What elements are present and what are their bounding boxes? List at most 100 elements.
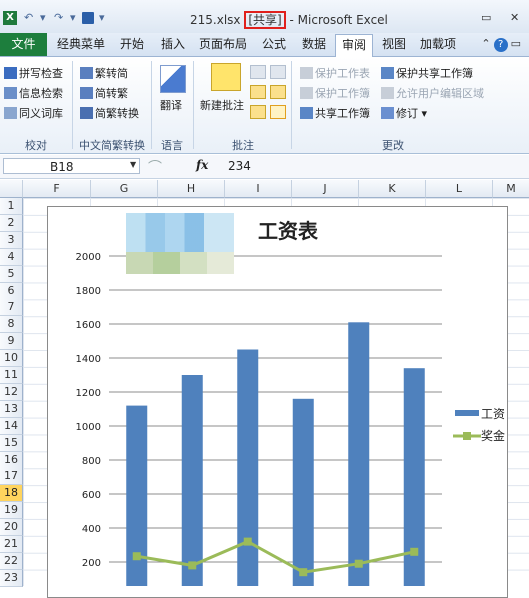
column-header[interactable]: J [292, 180, 359, 198]
excel-icon[interactable]: X [3, 11, 17, 25]
column-header[interactable]: L [426, 180, 493, 198]
tab-file[interactable]: 文件 [0, 33, 47, 56]
previous-comment-icon[interactable] [250, 85, 266, 99]
save-icon[interactable] [82, 12, 94, 24]
chinese-convert-button[interactable]: 简繁转换 [80, 105, 139, 121]
insert-function-icon[interactable]: fx [196, 158, 208, 172]
row-header[interactable]: 7 [0, 299, 23, 317]
window-minimize-icon[interactable]: ▭ [511, 37, 521, 50]
chart-plot[interactable]: 200 400 600 800 1000 1200 1400 1600 1800 2000 工资奖金 [47, 206, 506, 586]
name-box[interactable]: B18 [3, 158, 140, 174]
app-name: - Microsoft Excel [285, 13, 388, 27]
share-workbook-icon [300, 107, 313, 119]
tab-insert[interactable]: 插入 [155, 33, 191, 56]
row-header[interactable]: 18 [0, 485, 23, 503]
translate-button[interactable]: 翻译 [160, 97, 182, 113]
row-header[interactable]: 10 [0, 350, 23, 368]
point-奖金 [299, 568, 308, 577]
chart-title-text: 工资表 [258, 219, 318, 243]
column-header[interactable]: I [225, 180, 292, 198]
column-header[interactable]: M [493, 180, 529, 198]
next-comment-icon[interactable] [250, 105, 266, 119]
row-header[interactable]: 6 [0, 282, 23, 300]
tab-home[interactable]: 开始 [114, 33, 150, 56]
y-tick-label: 600 [82, 490, 101, 501]
row-header[interactable]: 3 [0, 231, 23, 249]
row-header[interactable]: 21 [0, 536, 23, 553]
protect-sheet-button[interactable]: 保护工作表 [300, 65, 370, 81]
row-header[interactable]: 13 [0, 400, 23, 418]
minimize-button[interactable]: ▭ [481, 11, 491, 24]
row-header[interactable]: 22 [0, 552, 23, 570]
allow-edit-ranges-button[interactable]: 允许用户编辑区域 [381, 85, 484, 101]
tab-formulas[interactable]: 公式 [256, 33, 292, 56]
trad-to-simp-button[interactable]: 繁转简 [80, 65, 128, 81]
line-奖金 [136, 539, 415, 574]
select-all-corner[interactable] [0, 180, 23, 198]
spell-check-icon [4, 67, 17, 79]
customize-qat-icon[interactable]: ▾ [99, 11, 105, 24]
row-header[interactable]: 20 [0, 519, 23, 537]
tab-data[interactable]: 数据 [296, 33, 332, 56]
simp-to-trad-label: 简转繁 [95, 87, 128, 100]
simp-to-trad-button[interactable]: 简转繁 [80, 85, 128, 101]
redo-icon[interactable]: ↷ [54, 11, 63, 24]
row-header[interactable]: 17 [0, 468, 23, 486]
row-header[interactable]: 14 [0, 417, 23, 435]
help-icon[interactable]: ? [493, 38, 508, 52]
tab-review[interactable]: 审阅 [335, 34, 373, 58]
tab-page-layout[interactable]: 页面布局 [196, 33, 250, 56]
y-tick-label: 200 [82, 558, 101, 569]
formula-input[interactable]: 234 [228, 159, 251, 173]
title-bar: X ↶ ▾ ↷ ▾ ▾ 215.xlsx [共享] - Microsoft Ex… [0, 0, 529, 33]
protect-shared-workbook-button[interactable]: 保护共享工作簿 [381, 65, 473, 81]
thesaurus-icon [4, 107, 17, 119]
show-ink-icon[interactable] [270, 105, 286, 119]
chevron-down-icon[interactable]: ▼ [130, 160, 136, 169]
bar-工资 [181, 375, 203, 586]
show-comment-icon[interactable] [270, 65, 286, 79]
tab-view[interactable]: 视图 [376, 33, 412, 56]
column-header[interactable]: F [23, 180, 91, 198]
row-header[interactable]: 15 [0, 434, 23, 452]
close-button[interactable]: ✕ [510, 11, 519, 24]
column-header[interactable]: H [158, 180, 225, 198]
tab-add-ins[interactable]: 加载项 [416, 33, 460, 56]
legend-swatch-bar [455, 410, 479, 416]
undo-icon[interactable]: ↶ [24, 11, 33, 24]
row-header[interactable]: 2 [0, 214, 23, 232]
protect-workbook-button[interactable]: 保护工作簿 [300, 85, 370, 101]
tab-classic-menu[interactable]: 经典菜单 [55, 33, 107, 56]
redo-dropdown-icon[interactable]: ▾ [70, 11, 76, 24]
thesaurus-button[interactable]: 同义词库 [4, 105, 63, 121]
chart-title: 工资表 [258, 215, 318, 244]
row-header[interactable]: 11 [0, 367, 23, 384]
translate-icon[interactable] [160, 65, 186, 93]
row-header[interactable]: 1 [0, 198, 23, 215]
track-changes-button[interactable]: 修订 ▾ [381, 105, 427, 121]
column-header[interactable]: G [91, 180, 158, 198]
row-header[interactable]: 12 [0, 383, 23, 401]
row-header[interactable]: 9 [0, 333, 23, 351]
new-comment-button[interactable]: 新建批注 [200, 97, 244, 113]
row-header[interactable]: 8 [0, 316, 23, 334]
undo-dropdown-icon[interactable]: ▾ [40, 11, 46, 24]
row-header[interactable]: 4 [0, 248, 23, 266]
trad-to-simp-label: 繁转简 [95, 67, 128, 80]
share-workbook-button[interactable]: 共享工作簿 [300, 105, 370, 121]
show-all-comments-icon[interactable] [270, 85, 286, 99]
column-header[interactable]: K [359, 180, 426, 198]
legend-label-bar: 工资 [481, 407, 505, 421]
research-button[interactable]: 信息检索 [4, 85, 63, 101]
delete-comment-icon[interactable] [250, 65, 266, 79]
row-header[interactable]: 23 [0, 569, 23, 587]
row-header[interactable]: 19 [0, 502, 23, 520]
row-header[interactable]: 5 [0, 265, 23, 283]
row-header[interactable]: 16 [0, 451, 23, 469]
formula-bar-handle[interactable]: ⌒ [148, 157, 162, 177]
ribbon-minimize-icon[interactable]: ⌃ [481, 37, 490, 50]
spell-check-button[interactable]: 拼写检查 [4, 65, 63, 81]
y-tick-label: 1800 [76, 286, 101, 297]
new-comment-icon[interactable] [211, 63, 241, 91]
protect-sheet-label: 保护工作表 [315, 67, 370, 80]
